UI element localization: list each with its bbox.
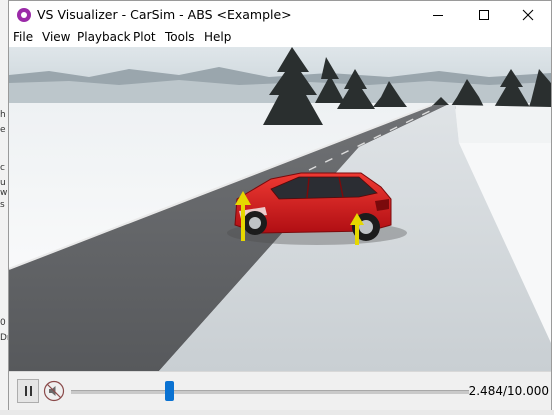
background-text: s [0, 200, 5, 210]
close-button[interactable] [505, 1, 551, 29]
scene-render [9, 47, 551, 371]
3d-viewport[interactable] [9, 47, 551, 371]
speaker-muted-icon [43, 380, 65, 402]
minimize-button[interactable] [415, 1, 461, 29]
close-icon [522, 9, 534, 21]
title-bar[interactable]: VS Visualizer - CarSim - ABS <Example> [9, 1, 551, 29]
playback-slider-thumb[interactable] [165, 381, 175, 401]
maximize-button[interactable] [461, 1, 507, 29]
background-text: h [0, 110, 6, 120]
menu-help[interactable]: Help [204, 29, 231, 45]
maximize-icon [479, 10, 489, 20]
menu-view[interactable]: View [42, 29, 70, 45]
app-icon [17, 8, 31, 22]
playback-slider-track[interactable] [71, 390, 469, 394]
mute-button[interactable] [43, 380, 65, 402]
menu-plot[interactable]: Plot [133, 29, 156, 45]
background-app-edge: h e c u w s 0 Dr [0, 0, 11, 415]
pause-button[interactable] [17, 379, 39, 403]
visualizer-window: VS Visualizer - CarSim - ABS <Example> F… [8, 0, 552, 410]
menu-tools[interactable]: Tools [165, 29, 195, 45]
menu-file[interactable]: File [13, 29, 33, 45]
pause-icon-bar [29, 386, 32, 396]
time-readout: 2.484/10.000 [468, 384, 549, 398]
far-snow [455, 105, 551, 143]
background-app-bottom [0, 410, 554, 415]
pause-icon [24, 386, 27, 396]
window-title: VS Visualizer - CarSim - ABS <Example> [37, 7, 292, 22]
menu-bar: File View Playback Plot Tools Help [9, 29, 551, 47]
playback-controls: 2.484/10.000 [9, 371, 551, 410]
background-text: w [0, 188, 8, 198]
menu-playback[interactable]: Playback [77, 29, 131, 45]
background-text: 0 [0, 318, 6, 328]
background-text: u [0, 178, 6, 188]
minimize-icon [433, 15, 443, 16]
background-text: c [0, 163, 5, 173]
background-text: e [0, 125, 6, 135]
